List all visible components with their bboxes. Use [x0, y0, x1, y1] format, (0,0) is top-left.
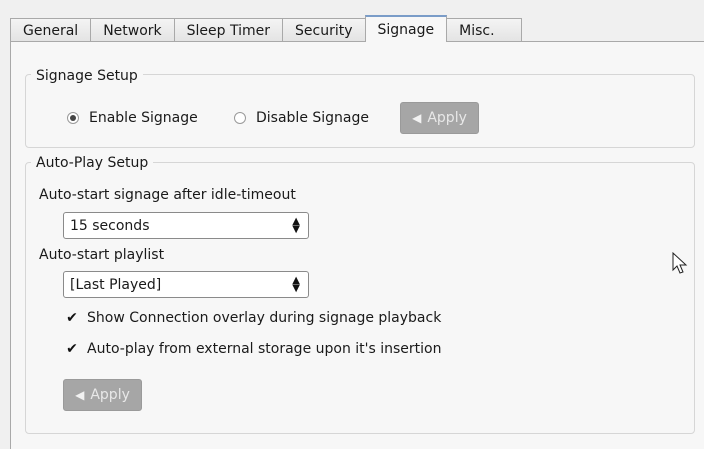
- overlay-option[interactable]: ✔ Show Connection overlay during signage…: [65, 310, 441, 326]
- playlist-label: Auto-start playlist: [39, 247, 165, 263]
- signage-panel: Signage Setup Enable Signage Disable Sig…: [10, 42, 704, 449]
- disable-signage-option[interactable]: Disable Signage: [234, 110, 369, 126]
- updown-arrows-icon: ▲ ▼: [292, 274, 300, 294]
- updown-arrows-icon: ▲ ▼: [292, 215, 300, 235]
- arrow-left-icon: ◀: [75, 388, 85, 402]
- settings-window: General Network Sleep Timer Security Sig…: [0, 0, 704, 449]
- autoplay-apply-button[interactable]: ◀ Apply: [63, 379, 142, 411]
- tab-sleep-timer[interactable]: Sleep Timer: [173, 18, 284, 42]
- overlay-checkbox[interactable]: ✔: [65, 311, 79, 325]
- signage-apply-button[interactable]: ◀ Apply: [400, 102, 479, 134]
- tab-general[interactable]: General: [10, 18, 92, 42]
- playlist-value: [Last Played]: [70, 276, 162, 293]
- idle-timeout-select[interactable]: 15 seconds ▲ ▼: [63, 212, 309, 239]
- tab-bar: General Network Sleep Timer Security Sig…: [10, 15, 522, 42]
- idle-timeout-value: 15 seconds: [70, 217, 150, 234]
- mouse-pointer-icon: [672, 251, 688, 280]
- external-storage-option[interactable]: ✔ Auto-play from external storage upon i…: [65, 341, 442, 357]
- tab-security[interactable]: Security: [282, 18, 366, 42]
- disable-signage-label: Disable Signage: [256, 110, 369, 126]
- overlay-label: Show Connection overlay during signage p…: [87, 310, 442, 326]
- tab-network[interactable]: Network: [90, 18, 175, 42]
- playlist-select[interactable]: [Last Played] ▲ ▼: [63, 271, 309, 298]
- autoplay-apply-label: Apply: [90, 387, 130, 403]
- enable-signage-option[interactable]: Enable Signage: [67, 110, 198, 126]
- signage-setup-title: Signage Setup: [31, 67, 143, 85]
- signage-apply-label: Apply: [427, 110, 467, 126]
- external-storage-label: Auto-play from external storage upon it'…: [87, 341, 442, 357]
- disable-signage-radio[interactable]: [234, 112, 246, 124]
- enable-signage-radio[interactable]: [67, 112, 79, 124]
- tab-signage[interactable]: Signage: [364, 15, 448, 42]
- enable-signage-label: Enable Signage: [89, 110, 198, 126]
- tab-misc[interactable]: Misc.: [446, 18, 522, 42]
- arrow-left-icon: ◀: [412, 111, 422, 125]
- idle-timeout-label: Auto-start signage after idle-timeout: [39, 187, 296, 203]
- external-storage-checkbox[interactable]: ✔: [65, 342, 79, 356]
- autoplay-setup-title: Auto-Play Setup: [31, 154, 154, 172]
